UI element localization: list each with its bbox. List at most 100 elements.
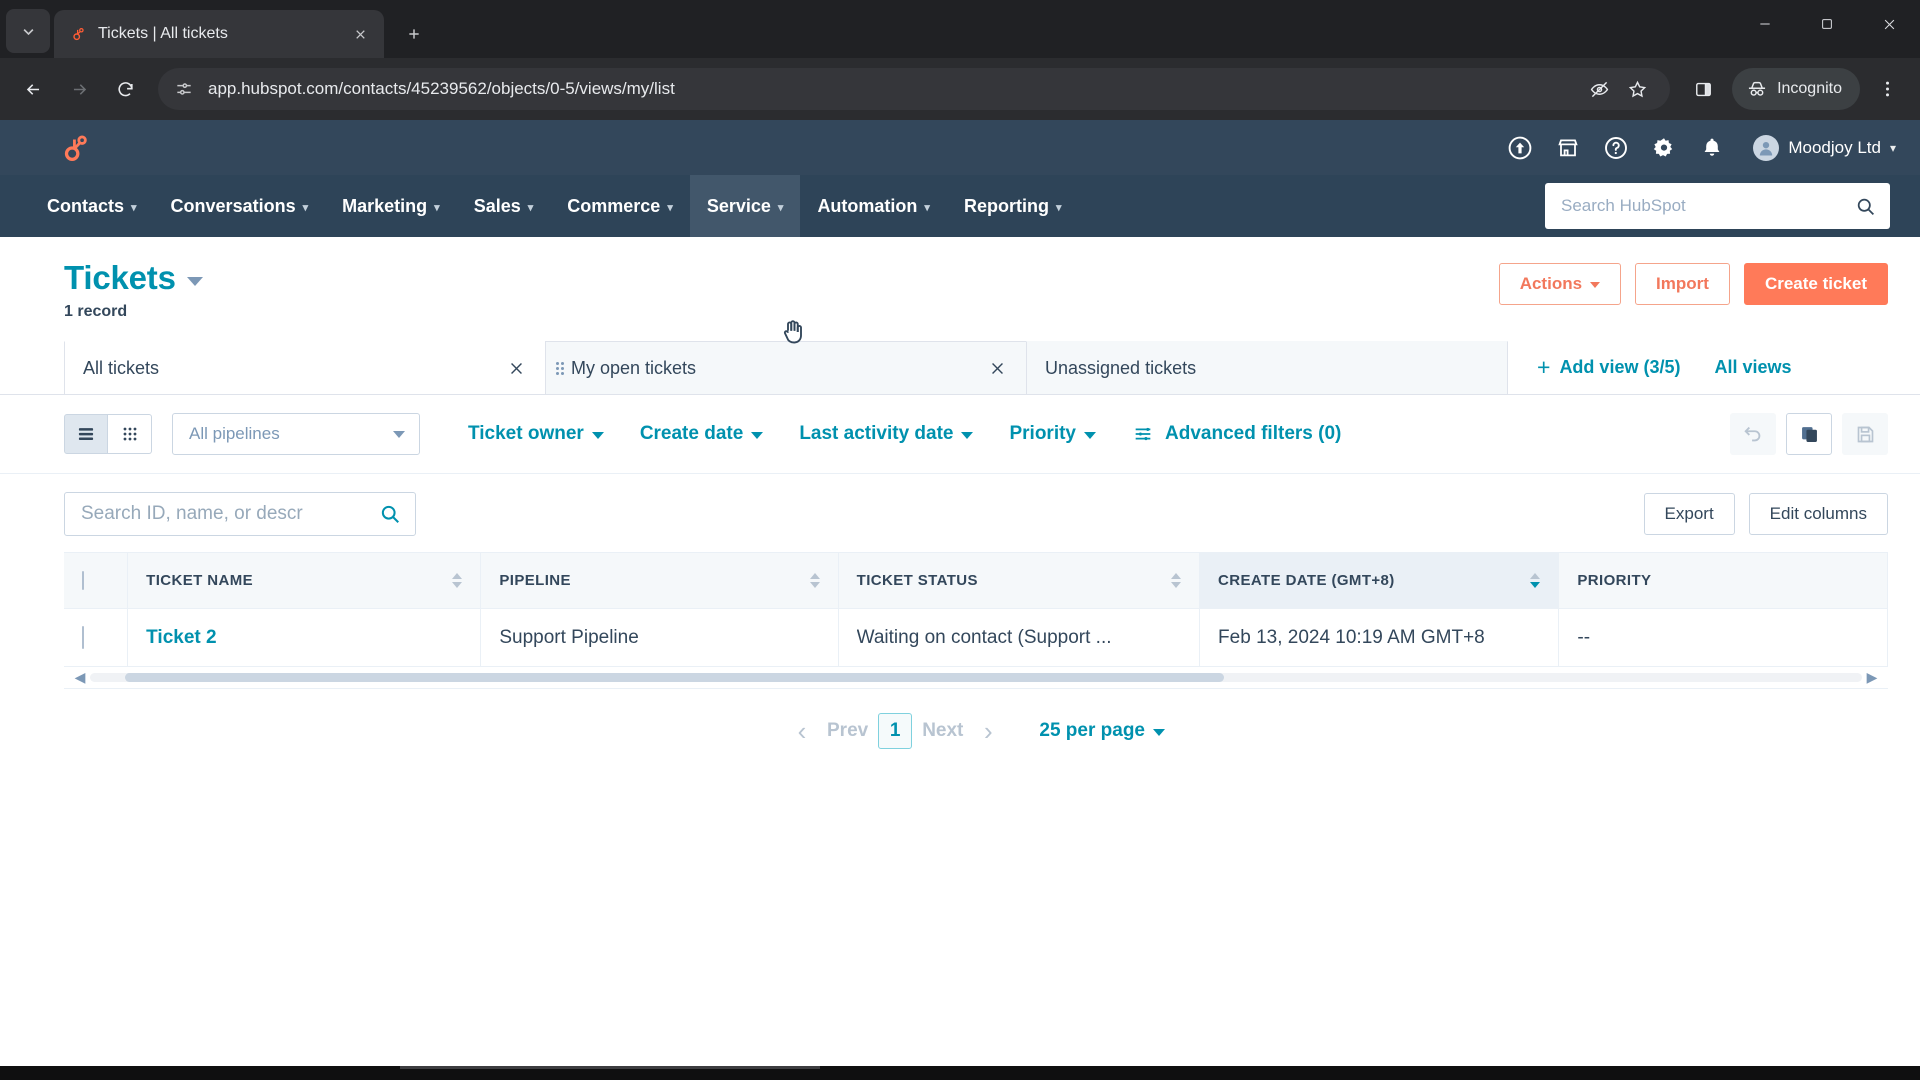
view-tab-close-button[interactable] (503, 355, 529, 381)
scrollbar-track[interactable] (90, 673, 1862, 682)
cell-ticket-name[interactable]: Ticket 2 (127, 608, 482, 667)
sort-arrows-icon[interactable] (809, 573, 820, 588)
omnibox[interactable]: app.hubspot.com/contacts/45239562/object… (158, 68, 1671, 110)
import-button[interactable]: Import (1635, 263, 1730, 305)
filter-create-date[interactable]: Create date (640, 423, 764, 445)
maximize-icon (1822, 19, 1832, 29)
pipeline-value: Support Pipeline (499, 626, 639, 648)
browser-back-button[interactable] (12, 68, 54, 110)
column-header-pipeline[interactable]: PIPELINE (480, 552, 839, 609)
view-tab-close-button[interactable] (984, 355, 1010, 381)
browser-tab[interactable]: Tickets | All tickets (54, 10, 384, 58)
marketplace-icon[interactable] (1555, 135, 1581, 161)
view-tab-unassigned-tickets[interactable]: Unassigned tickets (1026, 341, 1508, 394)
drag-handle-icon[interactable] (556, 357, 564, 379)
help-icon[interactable] (1603, 135, 1629, 161)
nav-item-automation[interactable]: Automation ▾ (800, 175, 947, 237)
save-view-button[interactable] (1842, 413, 1888, 455)
site-settings-icon[interactable] (174, 79, 194, 99)
undo-view-button[interactable] (1730, 413, 1776, 455)
search-icon[interactable] (379, 503, 401, 525)
list-view-button[interactable] (64, 414, 108, 454)
window-maximize-button[interactable] (1796, 0, 1858, 48)
nav-item-conversations[interactable]: Conversations ▾ (154, 175, 326, 237)
advanced-filters-button[interactable]: Advanced filters (0) (1132, 423, 1341, 445)
pipeline-select[interactable]: All pipelines (172, 413, 420, 455)
filter-priority[interactable]: Priority (1009, 423, 1097, 445)
nav-item-marketing[interactable]: Marketing ▾ (325, 175, 457, 237)
table-row[interactable]: Ticket 2 Support Pipeline Waiting on con… (64, 608, 1888, 667)
new-tab-button[interactable] (394, 14, 434, 54)
table-search[interactable] (64, 492, 416, 536)
column-header-create-date[interactable]: CREATE DATE (GMT+8) (1199, 552, 1560, 609)
table-horizontal-scrollbar[interactable]: ◀ ▶ (64, 667, 1888, 689)
select-all-cell[interactable] (64, 552, 129, 609)
notifications-bell-icon[interactable] (1699, 135, 1725, 161)
browser-forward-button[interactable] (58, 68, 100, 110)
browser-reload-button[interactable] (104, 68, 146, 110)
edit-columns-button[interactable]: Edit columns (1748, 493, 1888, 535)
copy-view-button[interactable] (1786, 413, 1832, 455)
nav-item-reporting[interactable]: Reporting ▾ (947, 175, 1079, 237)
nav-item-commerce[interactable]: Commerce ▾ (550, 175, 690, 237)
bookmark-star-icon[interactable] (1620, 72, 1654, 106)
chevron-left-icon[interactable]: ◀ (70, 669, 90, 686)
scrollbar-thumb[interactable] (125, 673, 1225, 682)
upgrade-icon[interactable] (1507, 135, 1533, 161)
column-header-ticket-name[interactable]: TICKET NAME (127, 552, 482, 609)
search-input[interactable] (1561, 196, 1855, 216)
view-tab-my-open-tickets[interactable]: My open tickets (545, 320, 1027, 394)
prev-page-label[interactable]: Prev (827, 720, 868, 742)
table-head: TICKET NAME PIPELINE TICKET STATUS CREAT… (64, 552, 1888, 609)
page-number-1[interactable]: 1 (878, 713, 913, 749)
next-page-label[interactable]: Next (922, 720, 963, 742)
column-header-priority[interactable]: PRIORITY (1558, 552, 1888, 609)
board-view-button[interactable] (108, 414, 152, 454)
search-input[interactable] (81, 503, 379, 525)
all-views-link[interactable]: All views (1714, 357, 1791, 378)
tab-close-button[interactable] (348, 22, 372, 46)
view-tab-all-tickets[interactable]: All tickets (64, 341, 546, 394)
checkbox-unchecked-icon[interactable] (82, 571, 84, 590)
filter-last-activity-date[interactable]: Last activity date (799, 423, 974, 445)
browser-menu-button[interactable] (1866, 68, 1908, 110)
nav-item-service[interactable]: Service ▾ (689, 175, 801, 237)
window-minimize-button[interactable] (1734, 0, 1796, 48)
hubspot-sprocket-logo[interactable] (58, 131, 96, 165)
add-view-button[interactable]: + Add view (3/5) (1537, 356, 1680, 379)
sort-arrows-icon[interactable] (1530, 573, 1541, 588)
chevron-right-icon[interactable]: ▶ (1862, 669, 1882, 686)
create-ticket-button[interactable]: Create ticket (1743, 263, 1888, 305)
prev-page-arrow-icon[interactable]: ‹ (787, 716, 817, 747)
plus-icon (409, 29, 419, 39)
settings-gear-icon[interactable] (1651, 135, 1677, 161)
page-title[interactable]: Tickets (64, 259, 1499, 297)
global-search[interactable] (1545, 183, 1890, 229)
nav-item-contacts[interactable]: Contacts ▾ (30, 175, 154, 237)
nav-item-label: Sales (473, 195, 521, 216)
sort-arrows-icon[interactable] (1171, 573, 1182, 588)
eye-slash-icon[interactable] (1582, 72, 1616, 106)
sort-arrows-icon[interactable] (452, 573, 463, 588)
search-icon[interactable] (1855, 196, 1876, 217)
per-page-selector[interactable]: 25 per page (1039, 720, 1165, 742)
row-select-cell[interactable] (64, 608, 129, 667)
ticket-name-link[interactable]: Ticket 2 (146, 627, 216, 648)
next-page-arrow-icon[interactable]: › (973, 716, 1003, 747)
actions-button[interactable]: Actions (1498, 263, 1622, 305)
back-arrow-icon (26, 83, 39, 95)
account-menu[interactable]: Moodjoy Ltd ▾ (1753, 134, 1896, 161)
nav-item-label: Automation (817, 195, 918, 216)
export-button[interactable]: Export (1643, 493, 1735, 535)
page-header-actions: Actions Import Create ticket (1498, 259, 1888, 305)
filter-label: Ticket owner (468, 423, 584, 444)
nav-item-sales[interactable]: Sales ▾ (457, 175, 551, 237)
column-header-ticket-status[interactable]: TICKET STATUS (838, 552, 1201, 609)
tab-search-button[interactable] (6, 9, 50, 53)
window-close-button[interactable] (1858, 0, 1920, 48)
filter-ticket-owner[interactable]: Ticket owner (468, 423, 604, 445)
incognito-indicator[interactable]: Incognito (1732, 68, 1860, 110)
browser-toolbar-right: Incognito (1682, 68, 1908, 110)
checkbox-unchecked-icon[interactable] (82, 625, 84, 649)
side-panel-button[interactable] (1682, 68, 1724, 110)
